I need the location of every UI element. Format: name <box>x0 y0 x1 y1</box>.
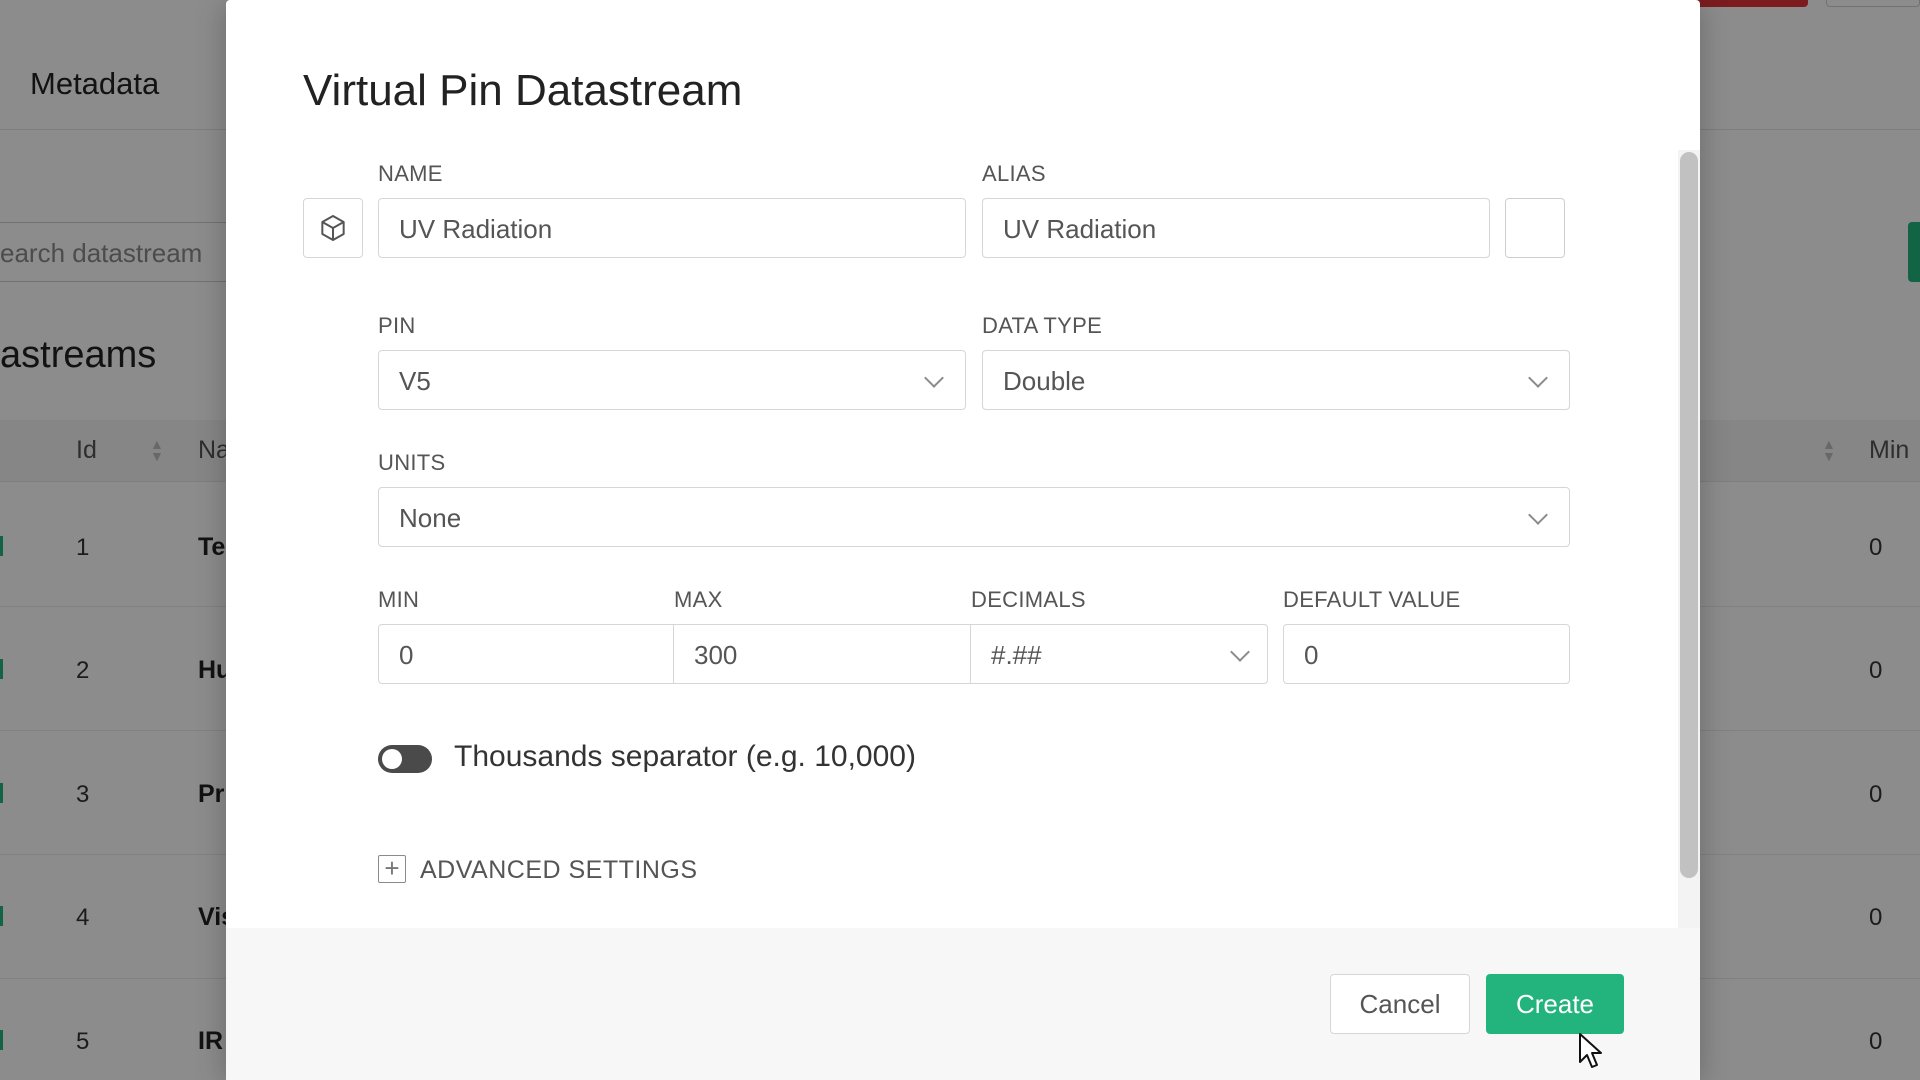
default-value-input-value: 0 <box>1304 640 1319 670</box>
chevron-down-icon <box>1230 642 1250 662</box>
plus-square-icon[interactable]: + <box>378 855 406 883</box>
data-type-select[interactable]: Double <box>982 350 1570 410</box>
chevron-down-icon <box>1528 368 1548 388</box>
thousands-separator-label: Thousands separator (e.g. 10,000) <box>454 740 916 773</box>
icon-picker-button[interactable] <box>303 198 363 258</box>
name-label: NAME <box>378 161 443 186</box>
modal-title: Virtual Pin Datastream <box>303 66 743 115</box>
name-input[interactable]: UV Radiation <box>378 198 966 258</box>
chevron-down-icon <box>924 368 944 388</box>
units-label: UNITS <box>378 450 446 475</box>
min-input[interactable]: 0 <box>378 624 674 684</box>
cube-icon <box>321 215 345 241</box>
chevron-down-icon <box>1528 505 1548 525</box>
toggle-knob <box>382 749 402 769</box>
data-type-label: DATA TYPE <box>982 313 1103 338</box>
max-input[interactable]: 300 <box>673 624 971 684</box>
data-type-select-value: Double <box>1003 366 1086 396</box>
max-label: MAX <box>674 587 723 612</box>
min-input-value: 0 <box>399 640 414 670</box>
advanced-settings-toggle[interactable]: ADVANCED SETTINGS <box>420 856 698 885</box>
default-value-label: DEFAULT VALUE <box>1283 587 1461 612</box>
thousands-separator-toggle[interactable] <box>378 745 432 773</box>
modal-footer <box>226 928 1700 1080</box>
alias-input-value: UV Radiation <box>1003 214 1157 244</box>
alias-label: ALIAS <box>982 161 1046 186</box>
pin-select[interactable]: V5 <box>378 350 966 410</box>
datastream-modal: Virtual Pin Datastream NAME ALIAS UV Rad… <box>226 0 1700 1080</box>
decimals-select-value: #.## <box>991 640 1042 670</box>
max-input-value: 300 <box>694 640 738 670</box>
decimals-select[interactable]: #.## <box>970 624 1268 684</box>
color-picker-button[interactable] <box>1505 198 1565 258</box>
pin-select-value: V5 <box>399 366 431 396</box>
cancel-button[interactable]: Cancel <box>1330 974 1470 1034</box>
alias-input[interactable]: UV Radiation <box>982 198 1490 258</box>
units-select-value: None <box>399 503 462 533</box>
mouse-cursor-icon <box>1579 1033 1602 1068</box>
scrollbar-thumb[interactable] <box>1680 152 1698 878</box>
units-select[interactable]: None <box>378 487 1570 547</box>
name-input-value: UV Radiation <box>399 214 553 244</box>
default-value-input[interactable]: 0 <box>1283 624 1570 684</box>
decimals-label: DECIMALS <box>971 587 1086 612</box>
create-button[interactable]: Create <box>1486 974 1624 1034</box>
pin-label: PIN <box>378 313 416 338</box>
min-label: MIN <box>378 587 420 612</box>
